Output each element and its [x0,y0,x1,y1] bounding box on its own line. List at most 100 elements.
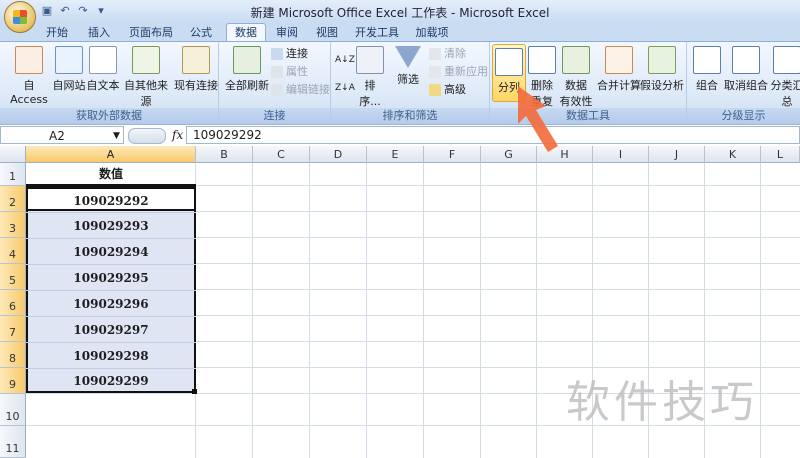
table-cell[interactable]: 109029297 [26,316,196,342]
subtotal-button[interactable]: 分类汇总 [767,46,800,109]
table-cell[interactable]: 109029296 [26,290,196,316]
gridline [480,163,481,458]
row-header-10[interactable]: 10 [0,394,26,426]
tab-page-layout[interactable]: 页面布局 [126,24,176,41]
group-connections: 全部刷新 连接 属性 编辑链接 连接 [219,42,331,124]
ungroup-button[interactable]: 取消组合 [723,46,769,93]
window-title: 新建 Microsoft Office Excel 工作表 - Microsof… [250,6,550,20]
cell-a1-header[interactable]: 数值 [26,163,196,186]
existing-connections-icon [182,46,210,74]
tab-review[interactable]: 审阅 [272,24,302,41]
column-header-j[interactable]: J [649,146,705,163]
from-text-button[interactable]: 自文本 [86,46,120,93]
group-outline: 组合 取消组合 分类汇总 分级显示 [687,42,800,124]
select-all-corner[interactable] [0,146,26,163]
edit-links-button[interactable]: 编辑链接 [271,82,330,98]
other-sources-icon [132,46,160,74]
web-icon [55,46,83,74]
row-header-8[interactable]: 8 [0,342,26,368]
column-header-k[interactable]: K [705,146,761,163]
from-other-sources-button[interactable]: 自其他来源 [120,46,172,109]
remove-duplicates-icon [528,46,556,74]
connections-button[interactable]: 连接 [271,46,308,62]
clear-filter-button[interactable]: 清除 [429,46,466,62]
properties-button[interactable]: 属性 [271,64,308,80]
group-label-get-external-data: 获取外部数据 [0,108,218,124]
formula-handle[interactable] [128,128,166,144]
reapply-icon [429,66,441,78]
sort-button[interactable]: 排序... [355,46,385,109]
table-cell[interactable]: 109029293 [26,212,196,238]
gridline [536,163,537,458]
row-header-5[interactable]: 5 [0,264,26,290]
column-header-c[interactable]: C [253,146,310,163]
cell-a2-active[interactable]: 109029292 [26,187,196,211]
column-header-l[interactable]: L [761,146,800,163]
sort-desc-button[interactable]: Z↓A [335,80,355,96]
refresh-icon [233,46,261,74]
table-cell[interactable]: 109029299 [26,368,196,393]
data-validation-icon [562,46,590,74]
watermark: 软件技巧 [566,377,758,428]
column-header-d[interactable]: D [310,146,367,163]
sort-icon [356,46,384,74]
advanced-filter-icon [429,84,441,96]
row-header-4[interactable]: 4 [0,238,26,264]
office-button[interactable] [4,1,36,33]
group-icon [693,46,721,74]
consolidate-button[interactable]: 合并计算 [596,46,642,93]
row-header-2[interactable]: 2 [0,186,26,212]
column-header-e[interactable]: E [367,146,424,163]
advanced-filter-button[interactable]: 高级 [429,82,466,98]
what-if-analysis-button[interactable]: 假设分析 [640,46,684,93]
reapply-button[interactable]: 重新应用 [429,64,488,80]
tab-data[interactable]: 数据 [226,23,266,41]
row-header-1[interactable]: 1 [0,163,26,186]
existing-connections-button[interactable]: 现有连接 [174,46,218,93]
name-box[interactable]: A2 ▼ [0,126,124,144]
gridline [423,163,424,458]
tab-home[interactable]: 开始 [40,24,74,41]
fill-handle[interactable] [192,389,197,394]
consolidate-icon [605,46,633,74]
filter-button[interactable]: 筛选 [391,46,425,87]
group-button[interactable]: 组合 [693,46,721,93]
table-cell[interactable]: 109029294 [26,238,196,264]
row-header-11[interactable]: 11 [0,426,26,458]
tab-view[interactable]: 视图 [312,24,342,41]
group-get-external-data: 自 Access 自网站 自文本 自其他来源 现有连接 获取外部数据 [0,42,219,124]
from-web-button[interactable]: 自网站 [52,46,86,93]
tab-addins[interactable]: 加载项 [414,24,450,41]
ungroup-icon [732,46,760,74]
connections-icon [271,48,283,60]
refresh-all-button[interactable]: 全部刷新 [225,46,269,93]
column-header-a[interactable]: A [26,146,196,163]
row-header-7[interactable]: 7 [0,316,26,342]
group-sort-filter: A↓Z Z↓A 排序... 筛选 清除 重新应用 高级 排序和筛选 [331,42,490,124]
text-to-columns-icon [495,48,523,76]
row-header-6[interactable]: 6 [0,290,26,316]
group-label-sort-filter: 排序和筛选 [331,108,489,124]
tab-developer[interactable]: 开发工具 [354,24,400,41]
subtotal-icon [773,46,800,74]
tab-insert[interactable]: 插入 [84,24,114,41]
clear-icon [429,48,441,60]
sort-asc-button[interactable]: A↓Z [335,52,355,68]
title-bar: ▣ ↶ ↷ ▾ 新建 Microsoft Office Excel 工作表 - … [0,0,800,33]
group-label-connections: 连接 [219,108,330,124]
formula-input[interactable]: 109029292 [186,126,800,144]
column-header-b[interactable]: B [196,146,253,163]
tab-formulas[interactable]: 公式 [186,24,216,41]
office-logo-icon [13,10,27,24]
row-header-3[interactable]: 3 [0,212,26,238]
formula-buttons: fx [128,126,186,144]
column-header-i[interactable]: I [593,146,649,163]
insert-function-icon[interactable]: fx [172,126,183,144]
table-cell[interactable]: 109029295 [26,264,196,290]
name-box-dropdown-icon[interactable]: ▼ [113,127,120,145]
from-access-button[interactable]: 自 Access [6,46,52,106]
table-cell[interactable]: 109029298 [26,342,196,368]
column-header-f[interactable]: F [424,146,481,163]
row-header-9[interactable]: 9 [0,368,26,394]
what-if-icon [648,46,676,74]
